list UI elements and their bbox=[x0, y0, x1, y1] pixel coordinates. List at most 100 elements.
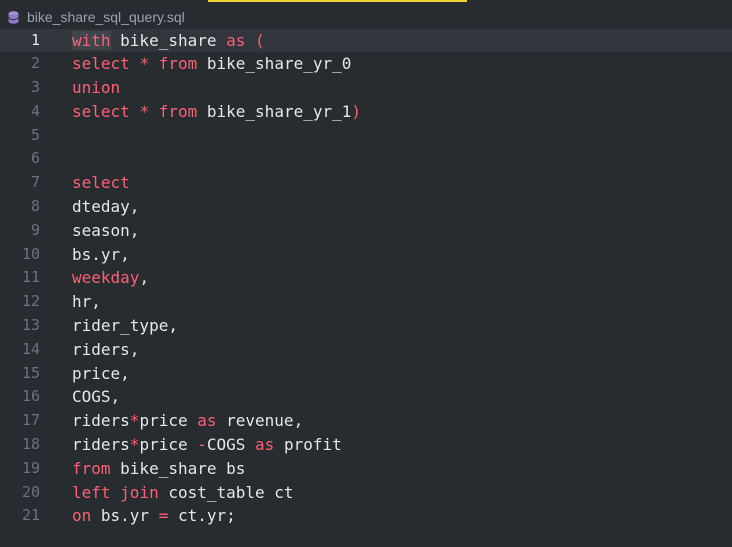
line-number: 1 bbox=[30, 30, 40, 49]
sql-keyword: from bbox=[72, 458, 111, 478]
code-line[interactable]: 6 bbox=[0, 147, 732, 171]
line-content: select bbox=[72, 171, 130, 195]
sql-identifier: bike_share bbox=[110, 30, 227, 50]
code-line[interactable]: 4 select * from bike_share_yr_1) bbox=[0, 100, 732, 124]
line-number: 4 bbox=[30, 101, 40, 120]
line-content: price, bbox=[72, 362, 130, 386]
code-line[interactable]: 14 riders, bbox=[0, 338, 732, 362]
database-icon bbox=[8, 10, 19, 24]
code-line[interactable]: 2 select * from bike_share_yr_0 bbox=[0, 52, 732, 76]
line-number: 2 bbox=[30, 54, 40, 73]
line-number: 11 bbox=[21, 268, 40, 287]
sql-identifier: dteday, bbox=[72, 197, 140, 217]
sql-identifier: bs.yr bbox=[91, 506, 159, 526]
sql-keyword: on bbox=[72, 506, 92, 526]
sql-identifier: , bbox=[139, 268, 150, 288]
code-editor[interactable]: bike_share_sql_query.sql 1 with bike_shar… bbox=[0, 0, 732, 547]
sql-identifier bbox=[149, 54, 159, 73]
sql-identifier: ct.yr; bbox=[168, 506, 236, 526]
line-number: 20 bbox=[21, 482, 40, 501]
code-line[interactable]: 18 riders*price -COGS as profit bbox=[0, 433, 732, 457]
code-line[interactable]: 5 bbox=[0, 124, 732, 148]
sql-identifier: COGS, bbox=[72, 387, 121, 407]
sql-identifier: price bbox=[139, 435, 198, 455]
line-number: 7 bbox=[30, 173, 40, 192]
sql-identifier: bs.yr, bbox=[72, 244, 130, 264]
code-line[interactable]: 17 riders*price as revenue, bbox=[0, 409, 732, 433]
code-line[interactable]: 15 price, bbox=[0, 362, 732, 386]
line-number: 16 bbox=[21, 387, 40, 406]
sql-identifier bbox=[111, 483, 121, 502]
code-line[interactable]: 9 season, bbox=[0, 219, 732, 243]
sql-keyword: select bbox=[72, 173, 130, 193]
sql-identifier: bike_share_yr_1 bbox=[197, 101, 352, 121]
line-content: weekday, bbox=[72, 266, 149, 290]
sql-identifier: rider_type, bbox=[72, 316, 178, 336]
line-number: 15 bbox=[21, 363, 40, 382]
sql-keyword: from bbox=[158, 101, 198, 121]
sql-operator: ) bbox=[351, 101, 362, 121]
sql-keyword: weekday bbox=[72, 268, 140, 288]
sql-identifier: COGS bbox=[206, 435, 256, 455]
line-number: 3 bbox=[30, 78, 40, 97]
sql-keyword: as bbox=[226, 30, 246, 50]
sql-identifier: cost_table ct bbox=[158, 482, 294, 502]
sql-identifier: profit bbox=[274, 435, 342, 455]
line-content: hr, bbox=[72, 290, 101, 314]
line-number: 5 bbox=[30, 125, 40, 144]
sql-operator: * bbox=[139, 54, 150, 74]
line-content: dteday, bbox=[72, 195, 139, 219]
sql-keyword: as bbox=[255, 435, 275, 455]
code-line[interactable]: 19 from bike_share bs bbox=[0, 457, 732, 481]
line-number: 12 bbox=[21, 292, 40, 311]
code-line[interactable]: 10 bs.yr, bbox=[0, 243, 732, 267]
line-number: 17 bbox=[21, 411, 40, 430]
sql-operator: * bbox=[129, 435, 140, 455]
line-content: season, bbox=[72, 219, 139, 243]
line-number: 13 bbox=[21, 316, 40, 335]
sql-identifier: riders, bbox=[72, 339, 140, 359]
sql-identifier: hr, bbox=[72, 292, 101, 312]
sql-keyword: from bbox=[158, 54, 198, 74]
sql-identifier: riders bbox=[72, 435, 130, 455]
sql-identifier: bike_share bs bbox=[110, 458, 246, 478]
sql-keyword: union bbox=[72, 78, 121, 98]
sql-operator: - bbox=[197, 435, 207, 455]
code-line[interactable]: 3 union bbox=[0, 76, 732, 100]
code-line[interactable]: 21 on bs.yr = ct.yr; bbox=[0, 504, 732, 528]
code-line[interactable]: 8 dteday, bbox=[0, 195, 732, 219]
sql-operator: * bbox=[139, 101, 150, 121]
code-line[interactable]: 11 weekday, bbox=[0, 266, 732, 290]
code-line[interactable]: 16 COGS, bbox=[0, 385, 732, 409]
file-name: bike_share_sql_query.sql bbox=[27, 9, 185, 25]
sql-keyword: select bbox=[72, 54, 130, 74]
sql-identifier: price, bbox=[72, 363, 130, 383]
line-content: from bike_share bs bbox=[72, 457, 245, 481]
line-content: riders*price -COGS as profit bbox=[72, 433, 342, 457]
file-breadcrumb[interactable]: bike_share_sql_query.sql bbox=[8, 6, 185, 28]
line-number: 6 bbox=[30, 149, 40, 168]
sql-keyword: select bbox=[72, 101, 130, 121]
code-line[interactable]: 12 hr, bbox=[0, 290, 732, 314]
code-line[interactable]: 1 with bike_share as ( bbox=[0, 28, 732, 53]
line-content: rider_type, bbox=[72, 314, 178, 338]
sql-identifier: season, bbox=[72, 220, 140, 240]
line-content: with bike_share as ( bbox=[72, 29, 265, 53]
line-content: riders*price as revenue, bbox=[72, 409, 303, 433]
code-area[interactable]: 1 with bike_share as ( 2 select * from bike… bbox=[0, 28, 732, 529]
sql-keyword: left bbox=[72, 482, 111, 502]
line-number: 10 bbox=[21, 244, 40, 263]
line-number: 19 bbox=[21, 458, 40, 477]
sql-operator: * bbox=[129, 411, 140, 431]
line-content: union bbox=[72, 76, 120, 100]
code-line[interactable]: 20 left join cost_table ct bbox=[0, 481, 732, 505]
line-number: 18 bbox=[21, 435, 40, 454]
sql-keyword: as bbox=[197, 411, 217, 431]
line-content: select * from bike_share_yr_1) bbox=[72, 100, 361, 124]
code-line[interactable]: 13 rider_type, bbox=[0, 314, 732, 338]
sql-identifier bbox=[130, 102, 140, 121]
code-line[interactable]: 7 select bbox=[0, 171, 732, 195]
line-content: select * from bike_share_yr_0 bbox=[72, 52, 351, 76]
line-number: 21 bbox=[21, 506, 40, 525]
sql-keyword: with bbox=[72, 30, 111, 50]
